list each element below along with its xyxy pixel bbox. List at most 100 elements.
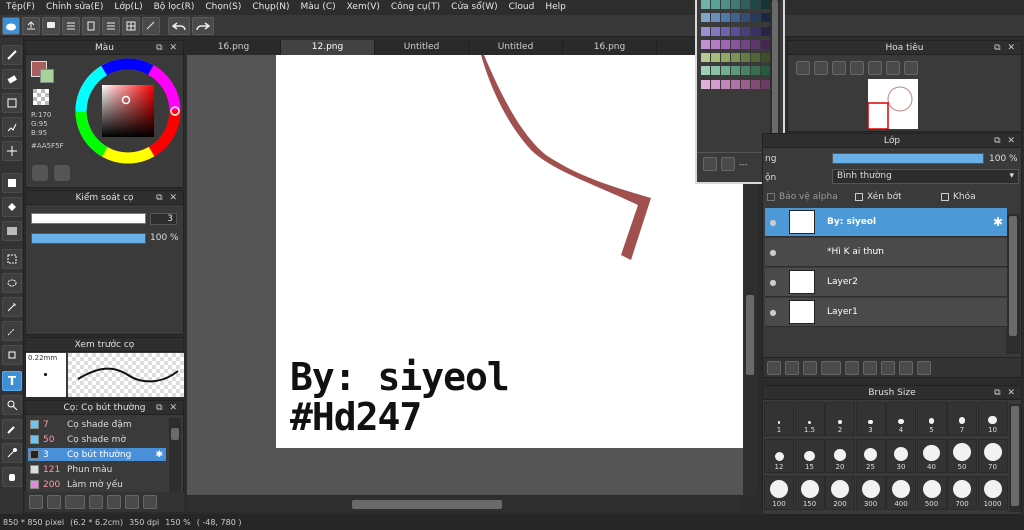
palette-icon[interactable] [32, 165, 48, 181]
brush-size-cell[interactable]: 3 [855, 402, 886, 436]
duplicate-layer-icon[interactable] [803, 360, 817, 375]
delete-layer-icon[interactable] [917, 360, 931, 375]
brush-size-cell[interactable]: 150 [794, 476, 825, 510]
rotate-reset-icon[interactable] [868, 61, 882, 75]
palette-swatch[interactable] [741, 66, 750, 76]
palette-swatch[interactable] [701, 13, 710, 23]
brush-size-cell[interactable]: 4 [886, 402, 916, 436]
palette-swatch[interactable] [761, 66, 770, 76]
palette-swatch[interactable] [701, 53, 710, 63]
tab-untitled[interactable]: Untitled [375, 40, 469, 55]
brush-size-cell[interactable]: 70 [977, 439, 1008, 473]
eyedropper-tool-icon[interactable] [2, 443, 22, 463]
brush-size-cell[interactable]: 30 [886, 439, 916, 473]
menu-layer[interactable]: Lớp(L) [108, 0, 147, 15]
panel-controls-icon[interactable]: ⧉ ✕ [994, 41, 1017, 55]
palette-swatch[interactable] [701, 79, 710, 89]
hand-tool-icon[interactable] [2, 467, 22, 487]
brush-size-cell[interactable]: 400 [886, 476, 916, 510]
brush-list-scrollbar[interactable] [169, 418, 181, 493]
palette-swatch[interactable] [751, 53, 760, 63]
layer-scrollbar[interactable] [1006, 214, 1020, 354]
layer-row[interactable]: ● Layer2 [765, 268, 1007, 297]
tab-16-png-2[interactable]: 16.png [563, 40, 657, 55]
brush-item-selected[interactable]: 3 Cọ bút thường ✱ [28, 448, 166, 461]
layer-row[interactable]: ● *Hì K ai thưn [765, 238, 1007, 267]
palette-swatch[interactable] [711, 53, 720, 63]
lock-option[interactable]: Khóa [941, 192, 976, 202]
brush-delete-icon[interactable] [143, 495, 157, 509]
rotate-left-icon[interactable] [850, 61, 864, 75]
palette-swatch[interactable] [721, 0, 730, 9]
panel-controls-icon[interactable]: ⧉ ✕ [994, 386, 1017, 400]
palette-swatch[interactable] [721, 66, 730, 76]
redo-icon[interactable] [192, 16, 214, 35]
palette-swatch[interactable] [731, 53, 740, 63]
brush-size-cell[interactable]: 700 [947, 476, 977, 510]
layer-transform-icon[interactable] [881, 360, 895, 375]
background-color-swatch[interactable] [40, 69, 54, 83]
palette-swatch[interactable] [741, 53, 750, 63]
rectangle-tool-icon[interactable] [2, 93, 22, 113]
palette-swatch[interactable] [711, 13, 720, 23]
palette-swatch[interactable] [741, 13, 750, 23]
brush-size-cell[interactable]: 15 [794, 439, 825, 473]
brush-add-icon[interactable] [29, 495, 43, 509]
layer-row[interactable]: ● Layer1 [765, 298, 1007, 327]
tab-12-png[interactable]: 12.png [281, 40, 375, 55]
protect-alpha-option[interactable]: Bảo vệ alpha [767, 192, 838, 202]
palette-swatch[interactable] [761, 0, 770, 9]
zoom-fit-icon[interactable] [814, 61, 828, 75]
gear-icon[interactable]: ✱ [993, 215, 1003, 229]
brush-opacity-slider[interactable] [31, 233, 146, 244]
merge-layer-icon[interactable] [821, 360, 841, 375]
palette-swatch[interactable] [711, 39, 720, 49]
palette-swatch[interactable] [741, 0, 750, 9]
document-canvas[interactable]: By: siyeol #Hd247 [276, 55, 743, 448]
palette-swatch[interactable] [701, 39, 710, 49]
move-tool-icon[interactable] [2, 141, 22, 161]
transparent-swatch[interactable] [33, 89, 49, 105]
palette-swatch[interactable] [731, 39, 740, 49]
select-pen-tool-icon[interactable] [2, 321, 22, 341]
palette-swatch[interactable] [721, 39, 730, 49]
menu-filter[interactable]: Bộ lọc(R) [148, 0, 200, 15]
brush-new-icon[interactable] [47, 495, 61, 509]
canvas-horizontal-scrollbar[interactable] [187, 497, 743, 511]
brush-size-value[interactable]: 3 [150, 213, 177, 225]
palette-swatch[interactable] [751, 13, 760, 23]
palette-swatch[interactable] [751, 66, 760, 76]
clipping-checkbox[interactable] [855, 193, 863, 201]
new-layer-icon[interactable] [767, 360, 781, 375]
brush-size-cell[interactable]: 5 [916, 402, 947, 436]
color-wheel[interactable] [73, 56, 183, 166]
palette-swatch[interactable] [761, 39, 770, 49]
menu-edit[interactable]: Chỉnh sửa(E) [40, 0, 108, 15]
new-layer-type-icon[interactable] [785, 360, 799, 375]
palette-swatch[interactable] [731, 79, 740, 89]
palette-delete-icon[interactable] [721, 157, 735, 171]
grid-icon[interactable] [122, 16, 140, 35]
tab-untitled-2[interactable]: Untitled [469, 40, 563, 55]
cloud-icon[interactable] [2, 16, 20, 35]
layer-folder-icon[interactable] [863, 360, 877, 375]
visibility-icon[interactable]: ● [765, 308, 781, 317]
menu-tools[interactable]: Công cụ(T) [385, 0, 445, 15]
visibility-icon[interactable]: ● [765, 278, 781, 287]
gear-icon[interactable]: ✱ [155, 450, 163, 460]
palette-swatch[interactable] [731, 66, 740, 76]
palette-swatch[interactable] [721, 26, 730, 36]
select-rect-tool-icon[interactable] [2, 249, 22, 269]
chat-icon[interactable] [42, 16, 60, 35]
brush-size-cell[interactable]: 200 [825, 476, 855, 510]
visibility-icon[interactable]: ● [765, 218, 781, 227]
palette-scrollbar[interactable] [770, 0, 780, 150]
brush-folder-icon[interactable] [107, 495, 121, 509]
brush-size-cell[interactable]: 500 [916, 476, 947, 510]
lock-checkbox[interactable] [941, 193, 949, 201]
palette-swatch[interactable] [711, 79, 720, 89]
menu-snap[interactable]: Chụp(N) [246, 0, 294, 15]
operation-tool-icon[interactable] [2, 395, 22, 415]
flip-icon[interactable] [904, 61, 918, 75]
panel-controls-icon[interactable]: ⧉ ✕ [156, 41, 179, 55]
